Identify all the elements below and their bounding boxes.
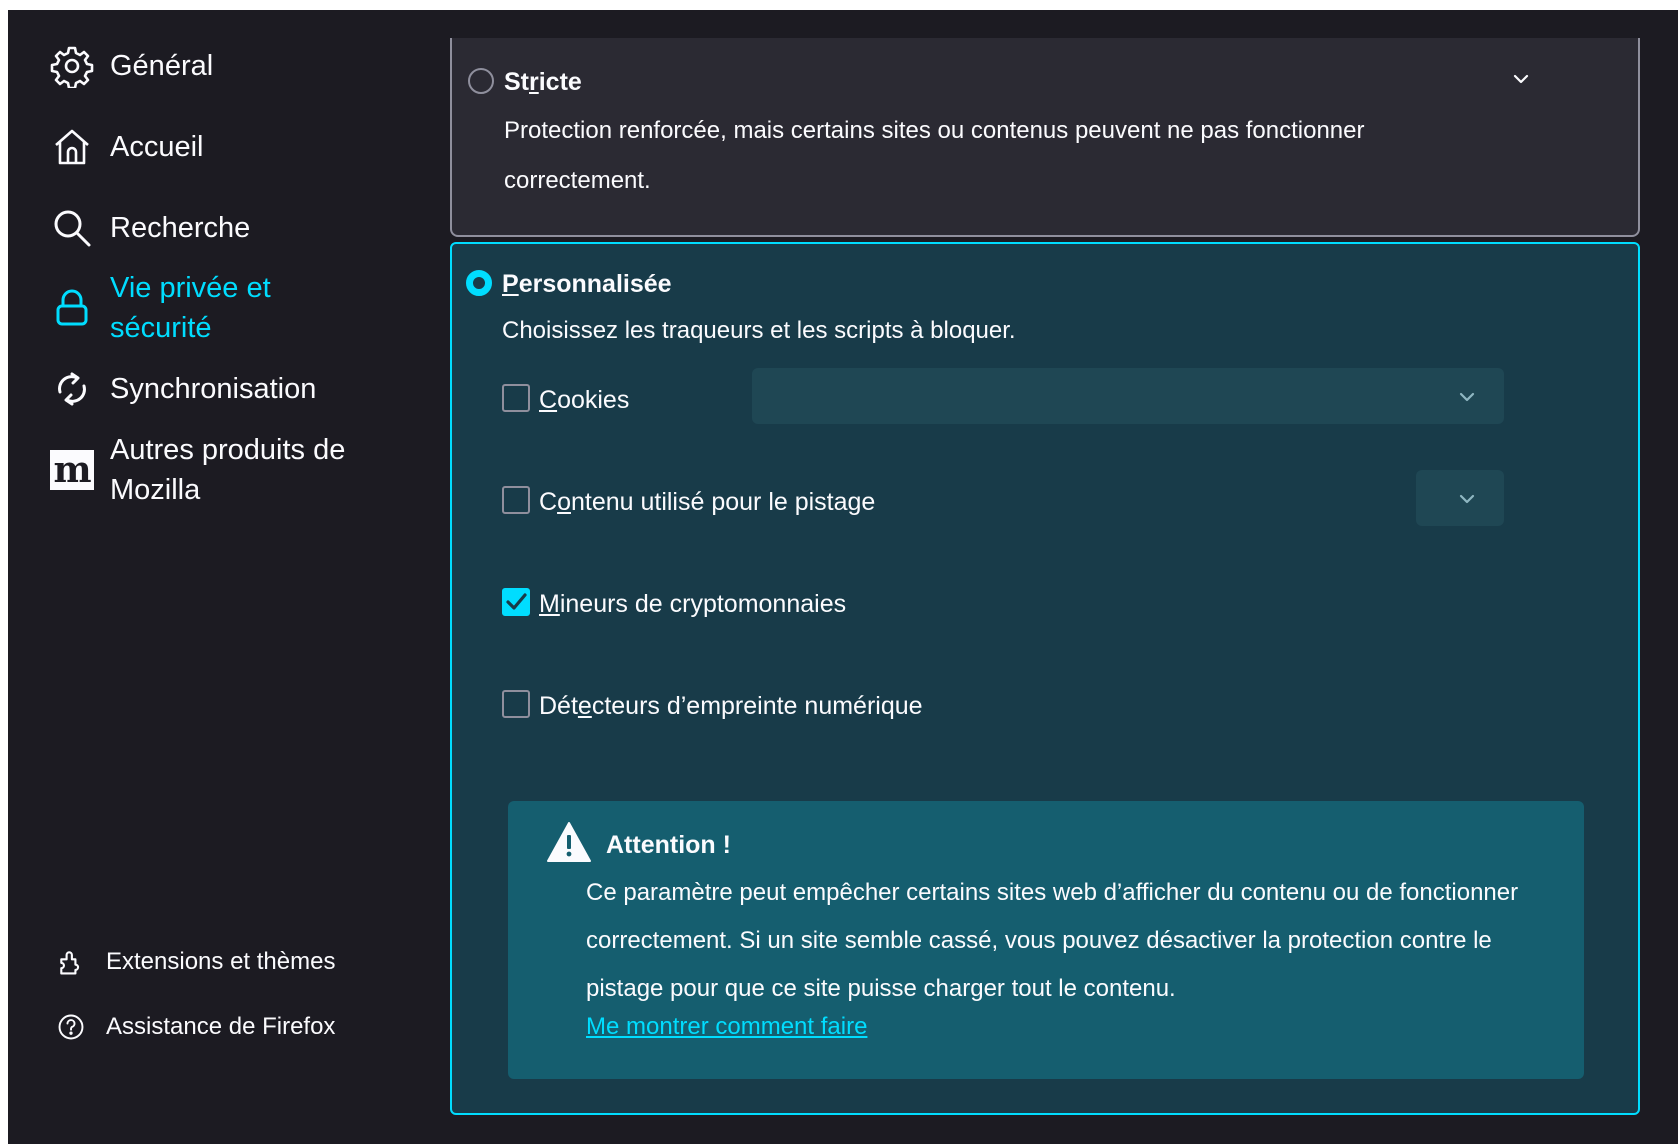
strict-title: Stricte [504,68,582,96]
sidebar-item-label-line2: Mozilla [110,474,201,506]
chevron-down-icon [1459,392,1475,402]
learn-more-link[interactable]: Me montrer comment faire [586,1013,867,1041]
sync-icon [50,367,94,411]
warning-title: Attention ! [606,831,731,859]
strict-protection-card[interactable]: Stricte Protection renforcée, mais certa… [450,38,1640,237]
gear-icon [50,44,94,88]
sidebar-item-label-line2: sécurité [110,312,212,344]
help-icon [54,1010,88,1044]
tracking-content-label[interactable]: Contenu utilisé pour le pistage [539,488,875,517]
custom-description: Choisissez les traqueurs et les scripts … [502,317,1016,344]
strict-radio[interactable] [468,68,494,94]
sidebar-item-label: Recherche [110,212,251,244]
preferences-window: Général Accueil Recherche Vie privée et … [8,10,1678,1144]
custom-protection-card[interactable]: Personnalisée Choisissez les traqueurs e… [450,242,1640,1115]
cookies-checkbox[interactable] [502,384,530,412]
sidebar-item-sync[interactable]: Synchronisation [50,367,410,411]
custom-radio[interactable] [466,270,492,296]
custom-title: Personnalisée [502,270,672,298]
sidebar-item-label: Accueil [110,131,204,163]
cookies-label[interactable]: Cookies [539,386,629,415]
chevron-down-icon[interactable] [1510,68,1532,90]
sidebar-footer-support[interactable]: Assistance de Firefox [50,1010,410,1044]
chevron-down-icon [1459,494,1475,504]
cryptominers-label[interactable]: Mineurs de cryptomonnaies [539,590,846,619]
sidebar-item-label-line1: Vie privée et [110,272,271,304]
sidebar-footer-extensions[interactable]: Extensions et thèmes [50,945,410,979]
search-icon [50,206,94,250]
sidebar-item-privacy[interactable]: Vie privée et sécurité [50,268,410,348]
warning-icon [547,822,591,862]
strict-description: Protection renforcée, mais certains site… [504,117,1365,194]
sidebar-item-search[interactable]: Recherche [50,206,410,250]
cookies-dropdown[interactable] [752,368,1504,424]
sidebar-item-mozilla-products[interactable]: m Autres produits de Mozilla [50,430,410,510]
tracking-content-checkbox[interactable] [502,486,530,514]
cryptominers-checkbox[interactable] [502,588,530,616]
fingerprinters-label[interactable]: Détecteurs d’empreinte numérique [539,692,923,721]
warning-text: Ce paramètre peut empêcher certains site… [586,879,1519,1002]
tracking-content-dropdown[interactable] [1416,470,1504,526]
puzzle-icon [54,945,88,979]
sidebar-item-general[interactable]: Général [50,44,410,88]
mozilla-icon: m [50,448,94,492]
warning-box: Attention ! Ce paramètre peut empêcher c… [508,801,1584,1079]
sidebar-footer-label: Assistance de Firefox [106,1013,336,1040]
home-icon [50,125,94,169]
checkmark-icon [506,593,527,610]
sidebar-item-label: Général [110,50,214,82]
sidebar-item-label-line1: Autres produits de [110,434,346,466]
sidebar-item-label: Synchronisation [110,373,317,405]
sidebar-footer-label: Extensions et thèmes [106,948,336,975]
lock-icon [50,286,94,330]
fingerprinters-checkbox[interactable] [502,690,530,718]
sidebar-item-home[interactable]: Accueil [50,125,410,169]
